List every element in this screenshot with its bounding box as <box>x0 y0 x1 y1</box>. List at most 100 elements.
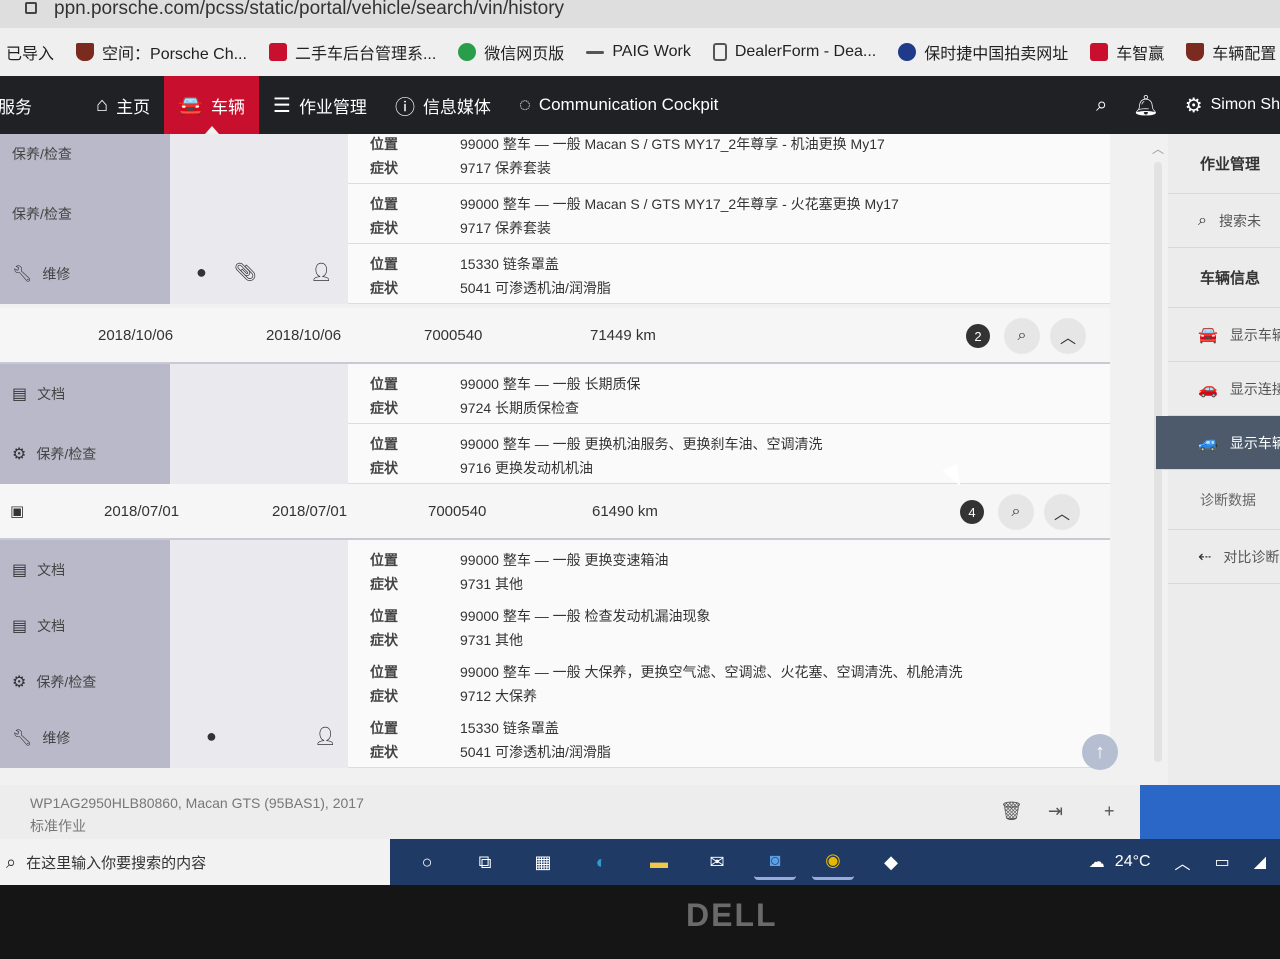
bookmark-wechat[interactable]: 微信网页版 <box>458 40 564 64</box>
sidebar-header-diagnostics: 诊断数据 <box>1168 470 1280 530</box>
search-icon: ⌕ <box>6 851 17 872</box>
mileage: 71449 km <box>590 326 656 344</box>
nav-home[interactable]: ⌂ 主页 <box>82 76 164 134</box>
task-view-icon[interactable]: ⧉ <box>464 844 506 880</box>
count-badge: 2 <box>966 324 990 348</box>
screen: ppn.porsche.com/pcss/static/portal/vehic… <box>0 0 1280 885</box>
p-logo-icon <box>268 43 287 61</box>
indent-icon[interactable]: ⇥ <box>1048 801 1063 822</box>
search-icon[interactable]: ⌕ <box>1096 94 1107 117</box>
grid-logo-icon <box>1090 43 1109 61</box>
user-name[interactable]: Simon Sh <box>1211 96 1280 114</box>
nav-right: ⌕ 🔔︎ ⚙ Simon Sh <box>1096 76 1280 134</box>
vehicle-summary: WP1AG2950HLB80860, Macan GTS (95BAS1), 2… <box>30 795 364 811</box>
history-subrow: 🔧︎ 维修 ● 📎︎ 👤︎ 位置 15330 链条罩盖 症状 5041 可渗透机油/润滑脂 <box>0 244 1110 304</box>
bookmarks-bar: 已导入 空间：Porsche Ch... 二手车后台管理系... 微信网页版 P… <box>0 28 1280 76</box>
sidebar-header-vehicle-info: 车辆信息 <box>1168 248 1280 308</box>
history-list: 保养/检查 位置 99000 整车 — 一般 Macan S / GTS MY17… <box>0 134 1150 774</box>
weather-icon[interactable]: ☁ <box>1089 852 1105 872</box>
bell-icon[interactable]: 🔔︎ <box>1133 93 1158 118</box>
trash-icon[interactable]: 🗑︎ <box>1000 801 1023 822</box>
gear-icon[interactable]: ⚙ <box>1185 93 1203 118</box>
chevron-up-icon[interactable]: ︿ <box>1044 494 1080 530</box>
person-question-icon[interactable]: 👤︎ <box>310 262 333 283</box>
sidebar-item-show-connect[interactable]: 🚗显示连接 <box>1168 362 1280 416</box>
address-bar[interactable]: ppn.porsche.com/pcss/static/portal/vehic… <box>0 0 1280 28</box>
url-text[interactable]: ppn.porsche.com/pcss/static/portal/vehic… <box>54 0 564 20</box>
wrench-icon: 🔧︎ <box>12 266 33 283</box>
document-search-icon[interactable]: ⌕ <box>1004 318 1040 354</box>
document-search-icon[interactable]: ⌕ <box>998 494 1034 530</box>
windows-taskbar: ⌕ 在这里输入你要搜索的内容 ○ ⧉ ▦ ◐ ▬ ✉ ◙ ◉ ◆ ☁ 24°C ︿… <box>0 839 1280 885</box>
nav-job-management[interactable]: ☰ 作业管理 <box>259 76 381 134</box>
app-icon[interactable]: ◆ <box>870 844 912 880</box>
wrench-icon: 🔧︎ <box>12 730 33 747</box>
car-icon: 🚘 <box>178 94 203 117</box>
sidebar-item-search[interactable]: ⌕ 搜索未 <box>1168 194 1280 248</box>
bookmark-auction[interactable]: 保时捷中国拍卖网址 <box>898 40 1068 64</box>
dealer-number: 7000540 <box>424 326 483 344</box>
scroll-to-top-button[interactable]: ↑ <box>1082 734 1118 770</box>
chat-icon: ◌ <box>518 93 531 116</box>
date-end: 2018/07/01 <box>272 502 348 520</box>
sidebar-item-compare-diagnostics[interactable]: ⇠ 对比诊断 <box>1168 530 1280 584</box>
nav-service[interactable]: 服务 <box>0 76 46 134</box>
lock-icon <box>25 2 37 14</box>
sidebar-item-vehicle-history[interactable]: 🚙显示车辆 <box>1156 416 1280 470</box>
nav-vehicle[interactable]: 🚘 车辆 <box>164 76 259 134</box>
temperature[interactable]: 24°C <box>1115 853 1151 871</box>
store-icon[interactable]: ▦ <box>522 844 564 880</box>
history-entry-row[interactable]: ▣ 2018/07/01 2018/07/01 7000540 61490 km… <box>0 484 1110 540</box>
bookmark-used-car-admin[interactable]: 二手车后台管理系... <box>268 40 436 64</box>
document-icon: ▤ <box>12 386 28 403</box>
scroll-up-arrow[interactable]: ︿ <box>1152 140 1164 157</box>
history-subrow: 保养/检查 位置 99000 整车 — 一般 Macan S / GTS MY17… <box>0 134 1110 184</box>
nav-communication-cockpit[interactable]: ◌ Communication Cockpit <box>505 76 732 134</box>
chevron-up-icon[interactable]: ︿ <box>1050 318 1086 354</box>
history-subrow: ▤ 文档 位置 99000 整车 — 一般 检查发动机漏油现象 症状 9731 其他 <box>0 596 1110 656</box>
gear-icon: ⚙ <box>12 674 27 691</box>
nav-info-media[interactable]: ⓘ 信息媒体 <box>381 76 505 134</box>
taskbar-search[interactable]: ⌕ 在这里输入你要搜索的内容 <box>0 839 390 885</box>
document-icon: ▤ <box>12 562 28 579</box>
file-explorer-icon[interactable]: ▬ <box>638 844 680 880</box>
outlook-icon[interactable]: ◙ <box>754 844 796 880</box>
compare-icon: ⇠ <box>1198 548 1212 566</box>
bookmark-paig-work[interactable]: PAIG Work <box>586 43 691 61</box>
date-end: 2018/10/06 <box>266 326 342 344</box>
job-type: 标准作业 <box>30 818 86 834</box>
plus-icon[interactable]: + <box>1104 801 1115 822</box>
dell-logo: DELL <box>686 897 778 933</box>
document-icon <box>712 43 727 61</box>
home-icon: ⌂ <box>96 93 109 116</box>
cortana-icon[interactable]: ○ <box>406 844 448 880</box>
mileage: 61490 km <box>592 502 658 520</box>
chrome-icon[interactable]: ◉ <box>812 844 854 880</box>
bookmark-dealerform[interactable]: DealerForm - Dea... <box>712 43 876 61</box>
main-nav: 服务 ⌂ 主页 🚘 车辆 ☰ 作业管理 ⓘ 信息媒体 ◌ Communication Co… <box>0 76 1280 134</box>
money-bag-icon[interactable]: ● <box>196 262 207 283</box>
list-icon: ☰ <box>273 94 291 117</box>
wechat-icon <box>458 43 477 61</box>
chevron-up-icon[interactable]: ︿ <box>1175 850 1191 874</box>
vehicle-footer: WP1AG2950HLB80860, Macan GTS (95BAS1), 2… <box>0 785 1140 839</box>
history-subrow: ▤ 文档 位置 99000 整车 — 一般 长期质保 症状 9724 长期质保检查 <box>0 364 1110 424</box>
footer-action-area[interactable] <box>1140 785 1280 839</box>
bookmark-vehicle-config[interactable]: 车辆配置 <box>1186 40 1276 64</box>
person-question-icon[interactable]: 👤︎ <box>314 726 337 747</box>
sidebar-item-show-vehicle[interactable]: 🚘显示车辆 <box>1168 308 1280 362</box>
history-entry-row[interactable]: 2018/10/06 2018/10/06 7000540 71449 km 2… <box>0 308 1110 364</box>
bookmark-imported[interactable]: 已导入 <box>6 40 54 64</box>
paperclip-icon[interactable]: 📎︎ <box>234 262 257 283</box>
network-icon[interactable]: ◢ <box>1254 852 1266 872</box>
edge-icon[interactable]: ◐ <box>580 844 622 880</box>
gear-icon: ⚙ <box>12 446 27 463</box>
date-start: 2018/10/06 <box>98 326 174 344</box>
bookmark-chezhiying[interactable]: 车智赢 <box>1090 40 1164 64</box>
mail-icon[interactable]: ✉ <box>696 844 738 880</box>
battery-icon[interactable]: ▭ <box>1215 852 1230 872</box>
bookmark-porsche-space[interactable]: 空间：Porsche Ch... <box>76 40 247 64</box>
right-sidebar: 作业管理 ⌕搜索未 车辆信息 🚘显示车辆 🚗显示连接 🚙显示车辆 诊断数据 ⇠对… <box>1156 134 1280 834</box>
porsche-crest-icon <box>1186 43 1205 61</box>
money-bag-icon[interactable]: ● <box>206 726 217 747</box>
